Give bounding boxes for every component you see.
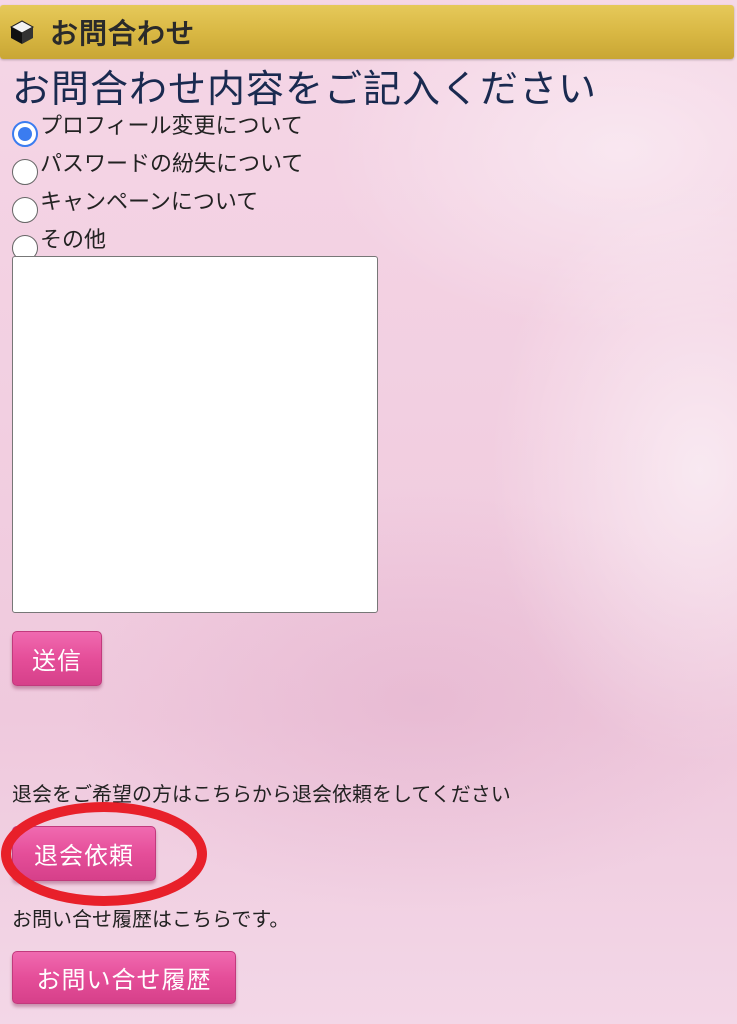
- message-textarea[interactable]: [12, 256, 378, 613]
- inquiry-history-button[interactable]: お問い合せ履歴: [12, 951, 236, 1004]
- radio-label-campaign[interactable]: キャンペーンについて: [40, 184, 258, 216]
- radio-button-profile[interactable]: [12, 121, 38, 147]
- radio-option-password[interactable]: パスワードの紛失について: [12, 146, 303, 185]
- radio-option-other[interactable]: その他: [12, 222, 303, 261]
- header-bar: お問合わせ: [0, 5, 734, 59]
- header-title: お問合わせ: [50, 17, 196, 50]
- radio-option-campaign[interactable]: キャンペーンについて: [12, 184, 303, 223]
- radio-button-password[interactable]: [12, 159, 38, 185]
- cube-icon: [9, 20, 35, 44]
- radio-label-password[interactable]: パスワードの紛失について: [40, 146, 303, 178]
- submit-button[interactable]: 送信: [12, 631, 102, 686]
- withdraw-request-button[interactable]: 退会依頼: [12, 826, 156, 881]
- history-info-text: お問い合せ履歴はこちらです。: [12, 907, 290, 931]
- form-heading: お問合わせ内容をご記入ください: [12, 67, 598, 111]
- radio-option-profile[interactable]: プロフィール変更について: [12, 108, 303, 147]
- radio-label-profile[interactable]: プロフィール変更について: [40, 108, 303, 140]
- radio-label-other[interactable]: その他: [40, 222, 106, 254]
- withdraw-info-text: 退会をご希望の方はこちらから退会依頼をしてください: [12, 782, 511, 806]
- radio-button-campaign[interactable]: [12, 197, 38, 223]
- inquiry-type-radio-group: プロフィール変更について パスワードの紛失について キャンペーンについて その他: [12, 108, 303, 261]
